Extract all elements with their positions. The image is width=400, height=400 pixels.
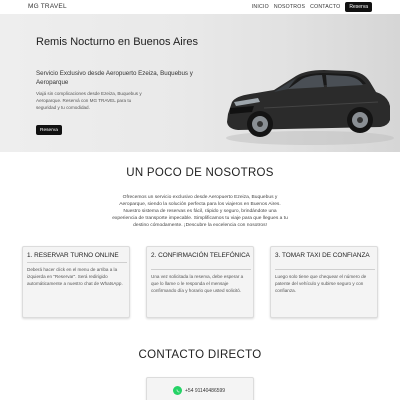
whatsapp-link[interactable]: +54 91140486599 <box>173 386 225 395</box>
step-card-confirmacion: 2. CONFIRMACIÓN TELEFÓNICA Una vez solic… <box>146 246 254 318</box>
contact-phone[interactable]: +54 91140486599 <box>185 388 225 394</box>
car-image <box>226 70 394 145</box>
step-card-reservar: 1. RESERVAR TURNO ONLINE Deberá hacer cl… <box>22 246 130 318</box>
hero-section: Remis Nocturno en Buenos Aires Servicio … <box>0 14 400 152</box>
about-title: UN POCO DE NOSOTROS <box>126 167 274 179</box>
nav-link-contacto[interactable]: CONTACTO <box>310 4 340 10</box>
step-card-title: 2. CONFIRMACIÓN TELEFÓNICA <box>151 252 250 259</box>
hero-subtitle: Servicio Exclusivo desde Aeropuerto Ezei… <box>36 70 193 86</box>
step-card-text: Deberá hacer click en el menu de arriba … <box>27 267 123 286</box>
card-divider <box>27 262 127 263</box>
about-text: Ofrecemos un servicio exclusivo desde Ae… <box>112 195 288 228</box>
contact-card: +54 91140486599 <box>146 377 254 400</box>
hero-title: Remis Nocturno en Buenos Aires <box>36 36 199 48</box>
nav-link-nosotros[interactable]: NOSOTROS <box>274 4 305 10</box>
whatsapp-icon <box>173 386 182 395</box>
step-card-tomar-taxi: 3. TOMAR TAXI DE CONFIANZA Luego solo ti… <box>270 246 378 318</box>
step-card-text: Una vez solicitada la reserva, debe espe… <box>151 274 244 293</box>
hero-reserva-button[interactable]: Reserva <box>36 125 62 135</box>
nav-link-inicio[interactable]: INICIO <box>252 4 269 10</box>
nav-reserva-button[interactable]: Reserva <box>345 2 372 12</box>
nav-links: INICIO NOSOTROS CONTACTO Reserva <box>252 2 372 12</box>
step-card-title: 3. TOMAR TAXI DE CONFIANZA <box>275 252 370 259</box>
step-card-title: 1. RESERVAR TURNO ONLINE <box>27 252 119 259</box>
card-divider <box>275 269 375 270</box>
top-navbar: MG TRAVEL INICIO NOSOTROS CONTACTO Reser… <box>0 0 400 14</box>
hero-description: Viajá sin complicaciones desde Ezeiza, B… <box>36 91 142 110</box>
card-divider <box>151 269 251 270</box>
step-card-text: Luego solo tiene que chequear el número … <box>275 274 367 293</box>
contact-title: CONTACTO DIRECTO <box>138 349 262 361</box>
brand-logo[interactable]: MG TRAVEL <box>28 3 67 10</box>
